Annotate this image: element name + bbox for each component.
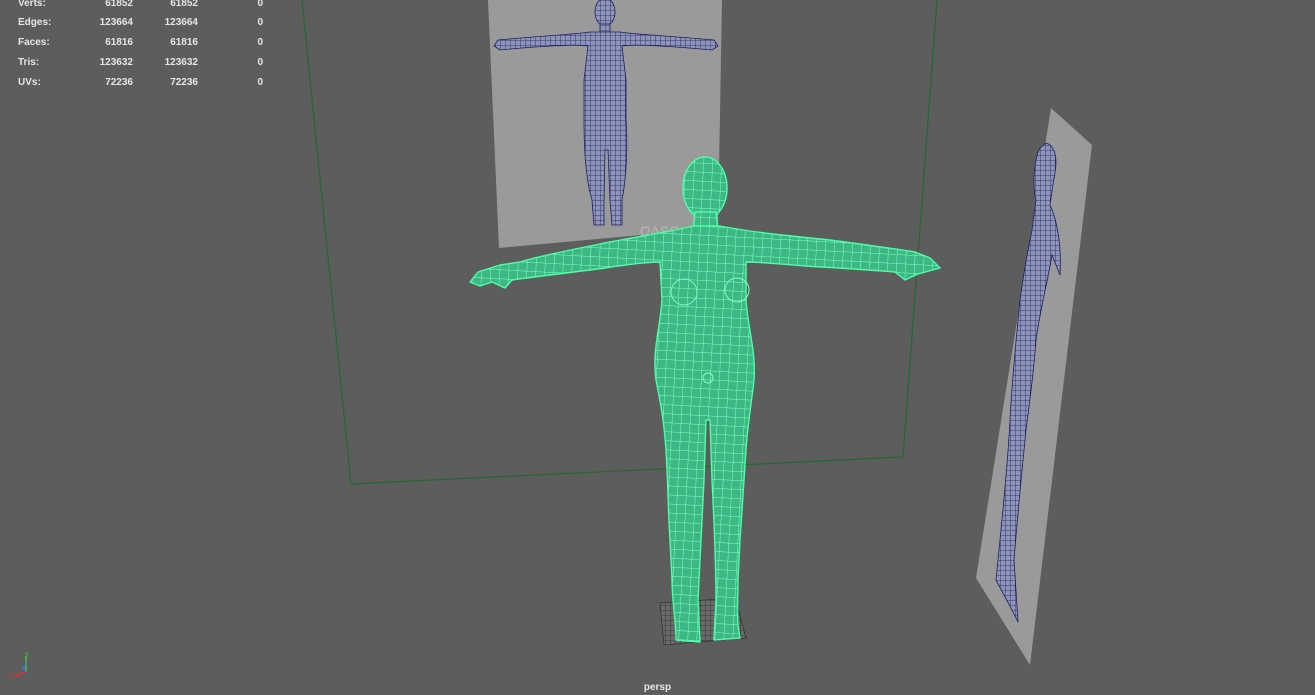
hud-row-uvs: UVs: 72236 72236 0 — [0, 76, 270, 90]
hud-value: 61852 — [105, 0, 133, 9]
hud-row-edges: Edges: 123664 123664 0 — [0, 16, 270, 30]
hud-value: 123664 — [164, 17, 198, 28]
hud-row-verts: Verts: 61852 61852 0 — [0, 0, 270, 11]
axis-triad-icon: y x z — [8, 651, 29, 679]
hud-value: 61816 — [170, 37, 198, 48]
hud-value: 72236 — [170, 77, 198, 88]
axis-y-label: y — [25, 651, 29, 658]
hud-label: UVs: — [18, 77, 41, 88]
hud-value: 0 — [257, 77, 263, 88]
viewport-scene[interactable]: ΩΛSG — [0, 0, 1315, 695]
hud-row-tris: Tris: 123632 123632 0 — [0, 56, 270, 70]
hud-label: Tris: — [18, 57, 40, 68]
hud-value: 61852 — [170, 0, 198, 9]
camera-name-label: persp — [643, 682, 672, 693]
hud-label: Edges: — [18, 17, 52, 28]
maya-perspective-viewport[interactable]: ΩΛSG Verts: 61852 61852 0 Edges: 123664 … — [0, 0, 1315, 695]
hud-label: Verts: — [18, 0, 46, 9]
hud-row-faces: Faces: 61816 61816 0 — [0, 36, 270, 50]
hud-value: 123632 — [99, 57, 133, 68]
front-reference-image-plane[interactable]: ΩΛSG — [488, 0, 722, 248]
hud-value: 61816 — [105, 37, 133, 48]
hud-value: 0 — [257, 0, 263, 9]
hud-label: Faces: — [18, 37, 50, 48]
hud-value: 0 — [257, 57, 263, 68]
hud-value: 123632 — [164, 57, 198, 68]
hud-value: 0 — [257, 37, 263, 48]
hud-value: 72236 — [105, 77, 133, 88]
axis-z-label: z — [24, 660, 28, 667]
side-reference-image-plane[interactable] — [976, 108, 1092, 665]
hud-value: 123664 — [99, 17, 133, 28]
axis-x-label: x — [8, 672, 12, 679]
hud-value: 0 — [257, 17, 263, 28]
